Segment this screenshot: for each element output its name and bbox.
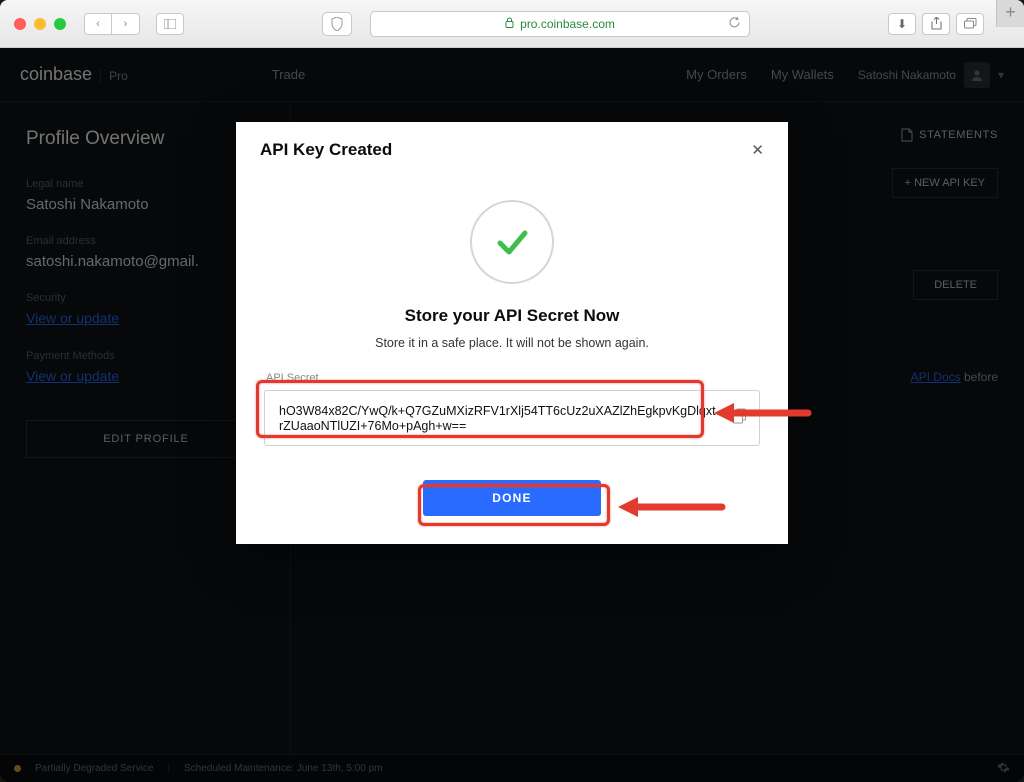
tabs-icon[interactable]: [956, 13, 984, 35]
sidebar-toggle-button[interactable]: [156, 13, 184, 35]
brand-sub: Pro: [100, 69, 128, 83]
new-tab-button[interactable]: +: [996, 0, 1024, 27]
browser-window: ‹ › pro.coinbase.com ⬇ +: [0, 0, 1024, 782]
gear-icon[interactable]: [997, 761, 1010, 777]
new-api-key-button[interactable]: + NEW API KEY: [892, 168, 998, 198]
browser-chrome: ‹ › pro.coinbase.com ⬇ +: [0, 0, 1024, 48]
nav-my-orders[interactable]: My Orders: [686, 67, 747, 82]
maintenance-text: Scheduled Maintenance: June 13th, 5:00 p…: [184, 763, 382, 774]
url-text: pro.coinbase.com: [520, 17, 615, 31]
link-payment[interactable]: View or update: [26, 368, 119, 384]
api-docs-hint: API Docs before: [911, 370, 998, 384]
api-secret-value[interactable]: hO3W84x82C/YwQ/k+Q7GZuMXizRFV1rXlj54TT6c…: [279, 404, 716, 433]
modal-title: Store your API Secret Now: [264, 306, 760, 326]
statements-tab[interactable]: STATEMENTS: [901, 128, 998, 142]
done-button[interactable]: DONE: [423, 480, 601, 516]
forward-button[interactable]: ›: [112, 13, 140, 35]
app-header: coinbase Pro Trade My Orders My Wallets …: [0, 48, 1024, 102]
api-key-created-modal: API Key Created ✕ Store your API Secret …: [236, 122, 788, 544]
success-check-icon: [470, 200, 554, 284]
label-email: Email address: [26, 235, 264, 247]
user-name: Satoshi Nakamoto: [858, 68, 956, 82]
lock-icon: [505, 17, 514, 31]
modal-heading: API Key Created: [260, 140, 392, 160]
refresh-icon[interactable]: [728, 16, 741, 32]
nav-trade[interactable]: Trade: [272, 67, 305, 82]
status-indicator-icon: [14, 765, 21, 772]
value-email: satoshi.nakamoto@gmail.: [26, 253, 264, 270]
modal-subtitle: Store it in a safe place. It will not be…: [264, 336, 760, 350]
brand[interactable]: coinbase Pro: [20, 64, 128, 85]
close-window-icon[interactable]: [14, 18, 26, 30]
address-bar[interactable]: pro.coinbase.com: [370, 11, 750, 37]
maximize-window-icon[interactable]: [54, 18, 66, 30]
close-icon[interactable]: ✕: [751, 141, 764, 159]
status-bar: Partially Degraded Service | Scheduled M…: [0, 754, 1024, 782]
user-menu[interactable]: Satoshi Nakamoto ▾: [858, 62, 1004, 88]
copy-icon[interactable]: [733, 409, 747, 428]
label-legal-name: Legal name: [26, 178, 264, 190]
api-docs-link[interactable]: API Docs: [911, 370, 961, 384]
download-icon[interactable]: ⬇: [888, 13, 916, 35]
status-label: Partially Degraded Service: [35, 763, 153, 774]
label-payment: Payment Methods: [26, 350, 264, 362]
brand-name: coinbase: [20, 64, 92, 85]
toolbar-right: ⬇ +: [888, 13, 1010, 35]
edit-profile-button[interactable]: EDIT PROFILE: [26, 420, 266, 458]
modal-header: API Key Created ✕: [236, 122, 788, 178]
page-title: Profile Overview: [26, 128, 264, 150]
chevron-down-icon: ▾: [998, 68, 1004, 82]
minimize-window-icon[interactable]: [34, 18, 46, 30]
link-security[interactable]: View or update: [26, 310, 119, 326]
modal-body: Store your API Secret Now Store it in a …: [236, 178, 788, 544]
label-security: Security: [26, 292, 264, 304]
document-icon: [901, 128, 913, 142]
traffic-lights: [14, 18, 66, 30]
avatar-icon: [964, 62, 990, 88]
api-secret-label: API Secret: [264, 372, 760, 384]
delete-button[interactable]: DELETE: [913, 270, 998, 300]
nav-my-wallets[interactable]: My Wallets: [771, 67, 834, 82]
privacy-shield-button[interactable]: [322, 12, 352, 36]
value-legal-name: Satoshi Nakamoto: [26, 196, 264, 213]
back-button[interactable]: ‹: [84, 13, 112, 35]
api-secret-box: hO3W84x82C/YwQ/k+Q7GZuMXizRFV1rXlj54TT6c…: [264, 390, 760, 446]
share-icon[interactable]: [922, 13, 950, 35]
nav-back-forward: ‹ ›: [84, 13, 140, 35]
